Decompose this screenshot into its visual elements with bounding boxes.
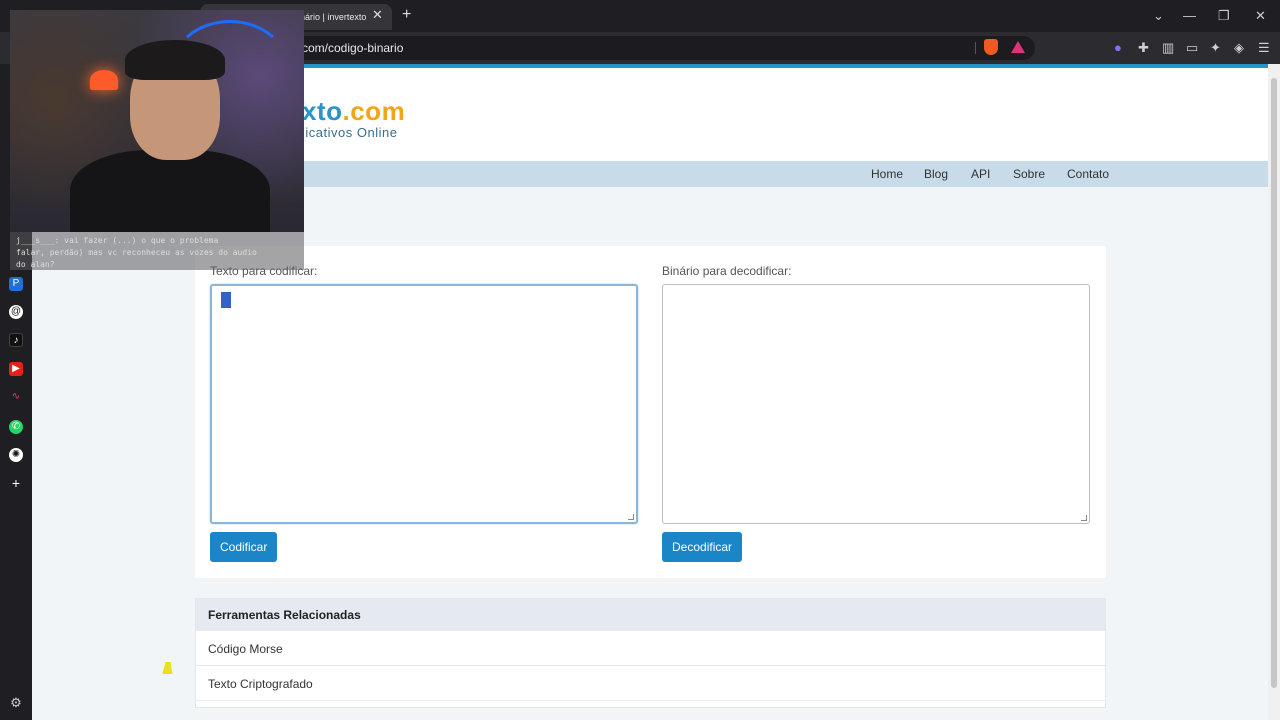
text-selection bbox=[221, 292, 231, 308]
resize-grip-icon[interactable] bbox=[628, 514, 634, 520]
webcam-overlay bbox=[10, 10, 304, 232]
leo-ai-icon[interactable]: ✦ bbox=[1210, 40, 1221, 56]
menu-icon[interactable]: ☰ bbox=[1258, 40, 1270, 56]
paypal-icon[interactable]: P bbox=[9, 277, 23, 291]
site-tagline: licativos Online bbox=[302, 125, 398, 140]
streamer-body bbox=[70, 150, 270, 232]
settings-gear-icon[interactable]: ⚙ bbox=[9, 696, 23, 710]
chat-overlay: j___s___: vai fazer (...) o que o proble… bbox=[10, 232, 304, 270]
encode-textarea[interactable] bbox=[210, 284, 638, 524]
related-tools-panel: Ferramentas Relacionadas Código Morse Te… bbox=[195, 598, 1106, 708]
restore-button[interactable]: ❐ bbox=[1218, 8, 1230, 24]
binary-tool-card: Texto para codificar: Codificar Binário … bbox=[195, 246, 1106, 578]
chat-line: do alan? bbox=[16, 260, 55, 269]
brave-shields-icon[interactable] bbox=[984, 39, 998, 55]
decode-button[interactable]: Decodificar bbox=[662, 532, 743, 562]
brave-rewards-icon[interactable] bbox=[1011, 41, 1025, 53]
whatsapp-icon[interactable]: ✆ bbox=[9, 420, 23, 434]
site-logo[interactable]: xto.com bbox=[302, 96, 405, 127]
lamp bbox=[90, 70, 118, 90]
related-item-cripto[interactable]: Texto Criptografado bbox=[196, 666, 1105, 701]
youtube-icon[interactable]: ▶ bbox=[9, 362, 23, 376]
url-text[interactable]: com/codigo-binario bbox=[302, 41, 403, 55]
vpn-shield-icon[interactable]: ◈ bbox=[1234, 40, 1244, 56]
scrollbar-thumb[interactable] bbox=[1271, 78, 1277, 688]
close-window-button[interactable]: ✕ bbox=[1255, 8, 1266, 24]
tiktok-icon[interactable]: ♪ bbox=[9, 333, 23, 347]
divider bbox=[975, 42, 976, 54]
nav-blog[interactable]: Blog bbox=[924, 167, 948, 181]
nav-api[interactable]: API bbox=[971, 167, 990, 181]
decode-label: Binário para decodificar: bbox=[662, 264, 792, 278]
nav-sobre[interactable]: Sobre bbox=[1013, 167, 1045, 181]
streamer-hair bbox=[125, 40, 225, 80]
activity-icon[interactable]: ∿ bbox=[9, 390, 23, 404]
tab-list-chevron-icon[interactable]: ⌄ bbox=[1153, 8, 1164, 24]
related-item-morse[interactable]: Código Morse bbox=[196, 631, 1105, 666]
resize-grip-icon[interactable] bbox=[1081, 515, 1087, 521]
logo-text: xto bbox=[302, 96, 343, 126]
encode-button[interactable]: Codificar bbox=[210, 532, 278, 562]
nav-home[interactable]: Home bbox=[871, 167, 903, 181]
nav-contato[interactable]: Contato bbox=[1067, 167, 1109, 181]
decode-textarea[interactable] bbox=[662, 284, 1090, 524]
new-tab-button[interactable]: + bbox=[402, 6, 411, 24]
tab-title: nário | invertexto bbox=[300, 12, 367, 22]
tab-close-icon[interactable]: ✕ bbox=[372, 7, 383, 23]
chat-line: j___s___: vai fazer (...) o que o proble… bbox=[16, 236, 219, 245]
related-tools-title: Ferramentas Relacionadas bbox=[196, 599, 1105, 631]
extensions-icon[interactable]: ✚ bbox=[1138, 40, 1149, 56]
chatgpt-icon[interactable]: ✺ bbox=[9, 448, 23, 462]
logo-dot-com: .com bbox=[342, 96, 406, 126]
minimize-button[interactable]: — bbox=[1183, 8, 1196, 23]
wallet-icon[interactable]: ▭ bbox=[1186, 40, 1198, 56]
chat-line: falar, perdão) mas vc reconheceu as voze… bbox=[16, 248, 257, 257]
vpn-icon[interactable]: ● bbox=[1114, 40, 1122, 55]
page-scrollbar[interactable] bbox=[1268, 64, 1280, 720]
sidebar-toggle-icon[interactable]: ▥ bbox=[1162, 40, 1174, 56]
threads-icon[interactable]: @ bbox=[9, 305, 23, 319]
add-panel-icon[interactable]: + bbox=[9, 476, 23, 490]
address-bar[interactable]: com/codigo-binario bbox=[240, 36, 1035, 60]
